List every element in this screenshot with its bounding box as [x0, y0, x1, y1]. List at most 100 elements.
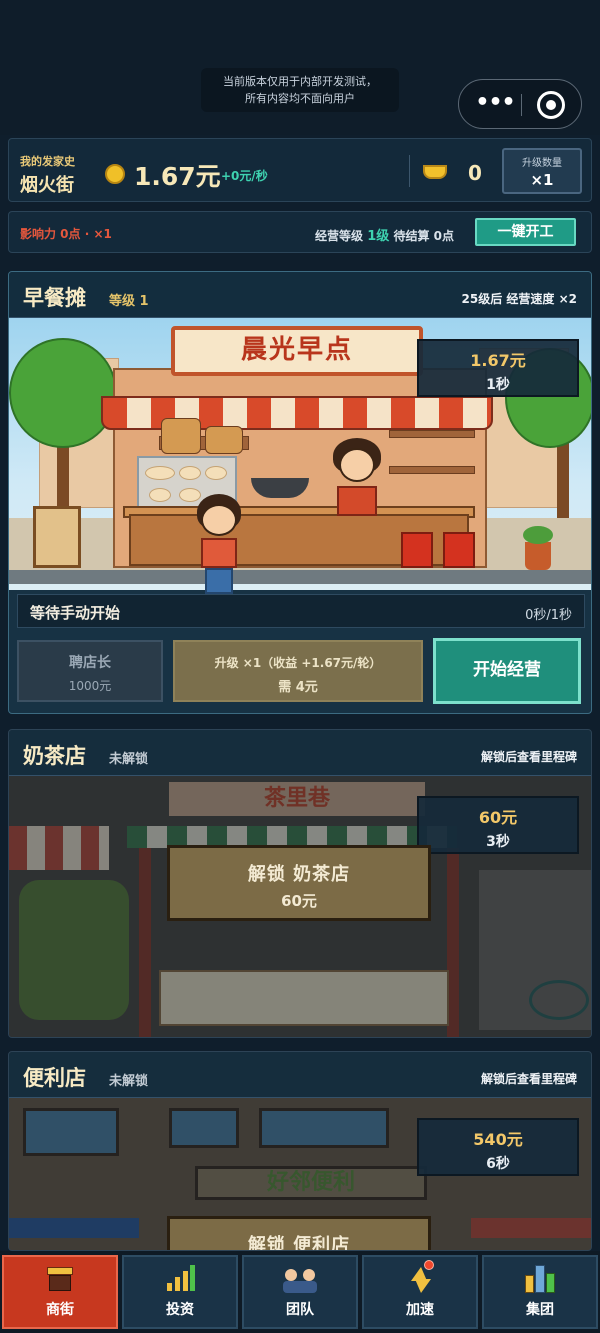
- unlock-convenience-button[interactable]: 解锁 便利店: [167, 1216, 431, 1251]
- resource-hud: 我的发家史 烟火街 1.67元 +0元/秒 0 升级数量 ×1: [8, 138, 592, 202]
- unlock-milk-tea-button[interactable]: 解锁 奶茶店 60元: [167, 845, 431, 921]
- ingot-count: 0: [468, 161, 482, 185]
- hud-divider: [409, 155, 410, 187]
- close-target-icon[interactable]: [537, 91, 565, 119]
- steamer-basket: [161, 418, 201, 454]
- income-rate: +0元/秒: [221, 169, 268, 183]
- money-amount: 1.67元: [134, 162, 221, 191]
- tab-label: 团队: [286, 1302, 314, 1318]
- shop-header: 早餐摊 等级 1 25级后 经营速度 ×2: [9, 272, 591, 318]
- red-stool: [401, 532, 433, 568]
- business-level-text: 经营等级 1级 待结算 0点: [315, 225, 454, 244]
- upgrade-cost: 需 4元: [278, 680, 318, 695]
- cycle-time: 3秒: [486, 834, 510, 850]
- milestone-text: 解锁后查看里程碑: [480, 1072, 577, 1086]
- shop-name: 早餐摊: [23, 286, 86, 310]
- upgrade-quantity-value: ×1: [530, 171, 554, 189]
- dev-notice-line2: 所有内容均不面向用户: [245, 92, 355, 105]
- steamer-basket: [205, 426, 243, 454]
- income-box: 60元 3秒: [417, 796, 579, 854]
- shop-card-milk-tea: 茶里巷 奶茶店 未解锁 解锁后查看里程碑 60元 3秒 解锁 奶茶店 60元: [8, 729, 592, 1038]
- customer: [195, 494, 243, 598]
- shop-name: 奶茶店: [23, 744, 86, 768]
- cycle-time: 6秒: [486, 1156, 510, 1172]
- street-name[interactable]: 烟火街: [20, 171, 74, 197]
- shop-name: 便利店: [23, 1066, 86, 1090]
- tab-label: 加速: [406, 1302, 434, 1318]
- spice-shelf: [389, 430, 475, 438]
- chart-up-icon: [163, 1265, 197, 1293]
- shop-card-breakfast: 晨光早点 早餐摊 等级 1 25级后 经营速度 ×2 1.67元 1秒 等待手动…: [8, 271, 592, 714]
- upgrade-quantity-label: 升级数量: [522, 158, 562, 169]
- striped-awning: [101, 396, 493, 430]
- tab-label: 商街: [46, 1302, 74, 1318]
- business-info-bar: 影响力 0点 · ×1 经营等级 1级 待结算 0点 一键开工: [8, 211, 592, 253]
- customer-shirt: [201, 538, 237, 568]
- shopkeeper: [331, 438, 383, 518]
- skyscraper-icon: [523, 1265, 557, 1293]
- one-click-start-button[interactable]: 一键开工: [475, 218, 576, 246]
- capsule-divider: [521, 94, 522, 116]
- miniprogram-capsule: •••: [458, 79, 582, 129]
- start-business-button[interactable]: 开始经营: [433, 638, 581, 704]
- income-per-round: 1.67元: [470, 351, 526, 370]
- gold-ingot-icon: [423, 165, 447, 179]
- lightning-icon: [403, 1265, 437, 1293]
- milestone-text: 解锁后查看里程碑: [480, 750, 577, 764]
- shopkeeper-head: [339, 448, 375, 482]
- upgrade-quantity-button[interactable]: 升级数量 ×1: [502, 148, 582, 194]
- unlock-label: 解锁 奶茶店: [247, 864, 351, 885]
- tab-group[interactable]: 集团: [482, 1255, 598, 1329]
- status-text: 等待手动开始: [30, 604, 121, 622]
- income-per-round: 540元: [473, 1130, 523, 1149]
- tab-label: 投资: [166, 1302, 194, 1318]
- coin-icon: [105, 164, 125, 184]
- red-stool: [443, 532, 475, 568]
- bottom-tab-bar: 商街 投资 团队 加速 集团: [0, 1251, 600, 1333]
- history-label: 我的发家史: [20, 155, 75, 168]
- shop-header: 奶茶店 未解锁 解锁后查看里程碑: [9, 730, 591, 776]
- shopkeeper-apron: [337, 486, 377, 516]
- bun: [149, 488, 171, 502]
- progress-text: 0秒/1秒: [525, 608, 572, 623]
- upgrade-button[interactable]: 升级 ×1（收益 +1.67元/轮） 需 4元: [173, 640, 423, 702]
- menu-easel: [33, 506, 81, 568]
- influence-text: 影响力 0点 · ×1: [20, 227, 112, 241]
- tab-street[interactable]: 商街: [2, 1255, 118, 1329]
- locked-tag: 未解锁: [109, 1074, 149, 1089]
- tab-invest[interactable]: 投资: [122, 1255, 238, 1329]
- team-icon: [283, 1265, 317, 1293]
- dev-notice-line1: 当前版本仅用于内部开发测试，: [223, 75, 377, 88]
- level-value: 1级: [367, 229, 390, 244]
- shop-card-convenience: 好邻便利 便利店 未解锁 解锁后查看里程碑 540元 6秒 解锁 便利店: [8, 1051, 592, 1251]
- shop-header: 便利店 未解锁 解锁后查看里程碑: [9, 1052, 591, 1098]
- production-status-bar: 等待手动开始 0秒/1秒: [17, 594, 585, 628]
- bun: [179, 466, 201, 480]
- pending-settlement: 待结算 0点: [393, 229, 454, 243]
- shop-sign: 晨光早点: [171, 326, 423, 376]
- tree-left: [9, 338, 117, 448]
- bun: [205, 466, 227, 480]
- shop-level: 等级 1: [109, 294, 149, 309]
- tab-label: 集团: [526, 1302, 554, 1318]
- unlock-cost: 60元: [281, 892, 317, 910]
- hire-label: 聘店长: [69, 655, 111, 671]
- income-per-round: 60元: [478, 808, 518, 827]
- unlock-label: 解锁 便利店: [247, 1235, 351, 1251]
- bun: [145, 466, 175, 480]
- more-dots-icon[interactable]: •••: [475, 90, 515, 120]
- hire-manager-button[interactable]: 聘店长 1000元: [17, 640, 163, 702]
- storefront-icon: [43, 1265, 77, 1293]
- road: [9, 570, 591, 584]
- level-label: 经营等级: [315, 229, 364, 243]
- locked-tag: 未解锁: [109, 752, 149, 767]
- customer-head: [201, 504, 237, 536]
- tab-team[interactable]: 团队: [242, 1255, 358, 1329]
- tab-boost[interactable]: 加速: [362, 1255, 478, 1329]
- customer-pants: [205, 568, 233, 594]
- potted-plant: [523, 526, 553, 570]
- income-box: 540元 6秒: [417, 1118, 579, 1176]
- upgrade-label: 升级 ×1（收益 +1.67元/轮）: [214, 656, 382, 670]
- dev-notice: 当前版本仅用于内部开发测试， 所有内容均不面向用户: [201, 68, 399, 112]
- cycle-time: 1秒: [486, 377, 510, 393]
